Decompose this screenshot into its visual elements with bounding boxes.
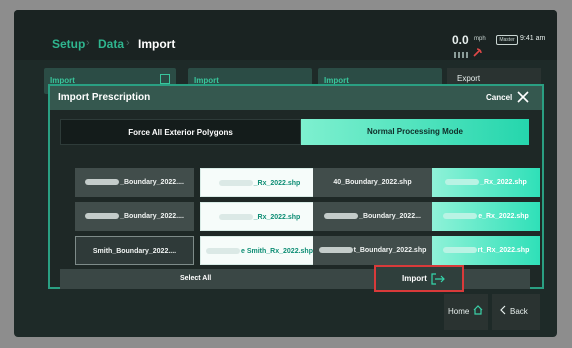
file-name: 40_Boundary_2022.shp xyxy=(333,179,412,186)
dialog-header: Import Prescription Cancel xyxy=(50,86,542,110)
display-screen: Setup › Data › Import 0.0 mph Master 9:4… xyxy=(14,10,557,337)
import-prescription-dialog: Import Prescription Cancel Force All Ext… xyxy=(48,84,544,292)
top-bar: Setup › Data › Import 0.0 mph Master 9:4… xyxy=(14,10,557,60)
file-name: _Boundary_2022.... xyxy=(120,179,184,186)
import-label: Import xyxy=(402,274,427,283)
redacted-text xyxy=(218,180,253,187)
back-label: Back xyxy=(510,307,528,316)
master-badge: Master xyxy=(496,35,518,45)
file-name: t_Boundary_2022.shp xyxy=(353,247,427,254)
file-tile[interactable]: e Smith_Rx_2022.shp xyxy=(200,236,319,265)
breadcrumb-data[interactable]: Data xyxy=(98,37,124,51)
breadcrumb-separator: › xyxy=(126,37,130,49)
home-label: Home xyxy=(448,307,470,316)
gps-warning-icon xyxy=(473,48,482,57)
clock: 9:41 am xyxy=(520,35,546,42)
close-icon[interactable] xyxy=(516,90,530,104)
home-button[interactable]: Home xyxy=(444,294,488,330)
file-name: _Rx_2022.shp xyxy=(480,179,527,186)
file-name: _Boundary_2022.... xyxy=(120,213,184,220)
speed-unit: mph xyxy=(474,36,486,42)
speed-readout: 0.0 xyxy=(452,33,469,47)
file-tile[interactable]: _Boundary_2022... xyxy=(313,202,432,231)
file-tile[interactable]: _Boundary_2022.... xyxy=(75,168,194,197)
redacted-text xyxy=(85,179,120,186)
file-tile[interactable]: e_Rx_2022.shp xyxy=(432,202,540,231)
file-tile[interactable]: _Boundary_2022.... xyxy=(75,202,194,231)
signal-bars-icon xyxy=(454,52,468,58)
file-name: Smith_Boundary_2022.... xyxy=(92,248,177,255)
redacted-text xyxy=(324,213,359,220)
redacted-text xyxy=(318,247,353,254)
square-icon xyxy=(160,74,170,84)
file-tile[interactable]: _Rx_2022.shp xyxy=(200,168,319,197)
redacted-text xyxy=(218,214,253,221)
cancel-button[interactable]: Cancel xyxy=(486,93,512,102)
file-name: _Boundary_2022... xyxy=(359,213,421,220)
import-arrow-icon xyxy=(431,273,445,285)
redacted-text xyxy=(445,179,480,186)
redacted-text xyxy=(443,213,478,220)
file-name: _Rx_2022.shp xyxy=(253,180,301,187)
home-icon xyxy=(473,305,483,315)
tab-force-exterior-polygons[interactable]: Force All Exterior Polygons xyxy=(60,119,301,145)
breadcrumb-import: Import xyxy=(138,37,176,51)
file-name: rt_Rx_2022.shp xyxy=(477,247,530,254)
file-tile[interactable]: t_Boundary_2022.shp xyxy=(313,236,432,265)
breadcrumb-separator: › xyxy=(86,37,90,49)
breadcrumb-setup[interactable]: Setup xyxy=(52,37,85,51)
file-name: e_Rx_2022.shp xyxy=(478,213,529,220)
file-name: _Rx_2022.shp xyxy=(253,214,301,221)
export-label: Export xyxy=(457,74,481,83)
chevron-left-icon xyxy=(500,305,506,315)
file-tile[interactable]: rt_Rx_2022.shp xyxy=(432,236,540,265)
dialog-title: Import Prescription xyxy=(58,92,151,103)
redacted-text xyxy=(442,247,477,254)
tab-normal-processing-mode[interactable]: Normal Processing Mode xyxy=(301,119,529,145)
file-tile[interactable]: _Rx_2022.shp xyxy=(200,202,319,231)
redacted-text xyxy=(85,213,120,220)
file-name: e Smith_Rx_2022.shp xyxy=(241,248,313,255)
redacted-text xyxy=(206,248,240,255)
select-all-button[interactable]: Select All xyxy=(180,275,211,282)
file-tile[interactable]: 40_Boundary_2022.shp xyxy=(313,168,432,197)
file-tile[interactable]: _Rx_2022.shp xyxy=(432,168,540,197)
file-tile[interactable]: Smith_Boundary_2022.... xyxy=(75,236,194,265)
back-button[interactable]: Back xyxy=(492,294,540,330)
import-button[interactable]: Import xyxy=(374,265,464,292)
